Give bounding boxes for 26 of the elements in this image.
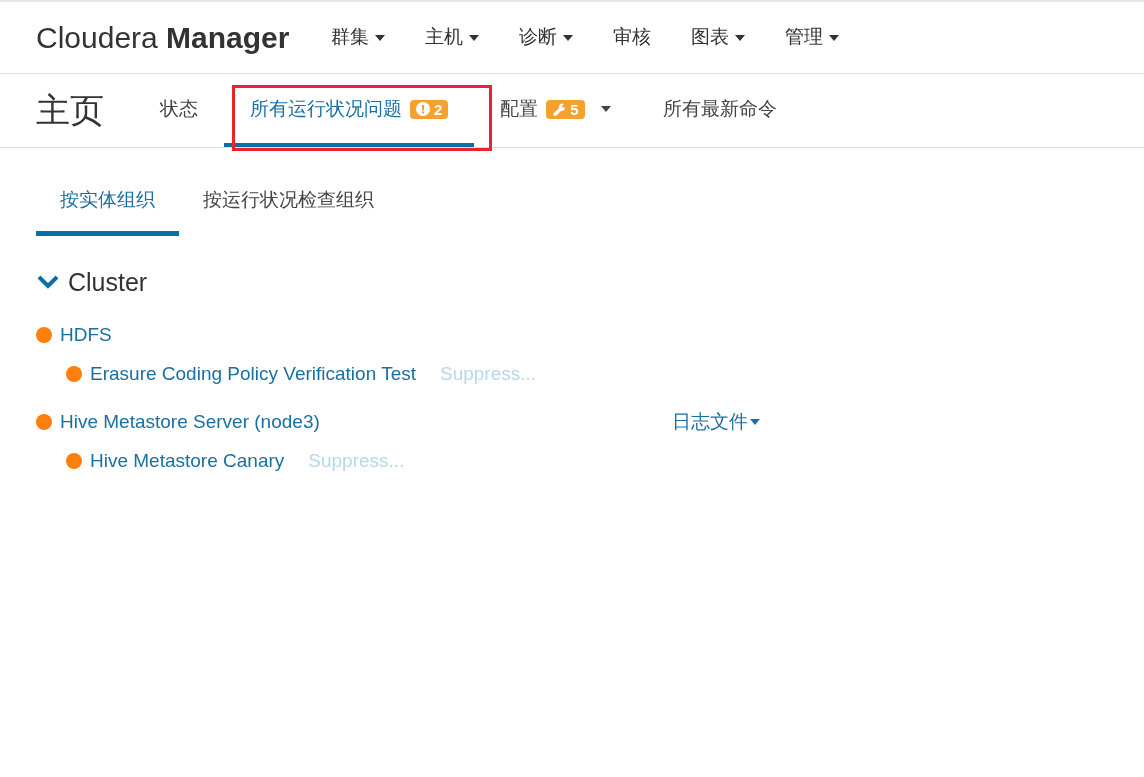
nav-menu-item[interactable]: 图表 xyxy=(671,23,766,52)
nav-menu-item[interactable]: 审核 xyxy=(593,23,672,52)
page-tab[interactable]: 配置 5 xyxy=(474,75,637,147)
health-check-link[interactable]: Hive Metastore Canary xyxy=(90,446,285,475)
count-badge: 5 xyxy=(546,99,585,119)
page-title: 主页 xyxy=(36,90,104,131)
log-files-menu[interactable]: 日志文件 xyxy=(672,408,760,437)
chevron-icon[interactable] xyxy=(36,274,60,291)
caret-icon xyxy=(750,419,760,426)
nav-menu-item[interactable]: 管理 xyxy=(765,23,860,52)
nav-menu-item[interactable]: 诊断 xyxy=(499,23,594,52)
brand-logo[interactable]: Cloudera Manager xyxy=(36,15,290,60)
entity-link[interactable]: HDFS xyxy=(60,321,112,350)
count-badge: 2 xyxy=(410,99,449,119)
group-title: Cluster xyxy=(68,266,148,298)
nav-menu-item[interactable]: 主机 xyxy=(405,23,500,52)
sub-tab[interactable]: 按运行状况检查组织 xyxy=(179,186,398,236)
nav-menu-item[interactable]: 群集 xyxy=(311,23,406,52)
page-tab[interactable]: 所有运行状况问题 2 xyxy=(224,75,475,147)
alert-icon xyxy=(416,102,430,116)
page-tab[interactable]: 所有最新命令 xyxy=(636,75,803,147)
health-check-link[interactable]: Erasure Coding Policy Verification Test xyxy=(90,359,416,388)
wrench-icon xyxy=(552,102,567,116)
page-tab[interactable]: 状态 xyxy=(134,75,224,147)
sub-tab[interactable]: 按实体组织 xyxy=(36,186,179,236)
entity-link[interactable]: Hive Metastore Server (node3) xyxy=(60,408,320,437)
